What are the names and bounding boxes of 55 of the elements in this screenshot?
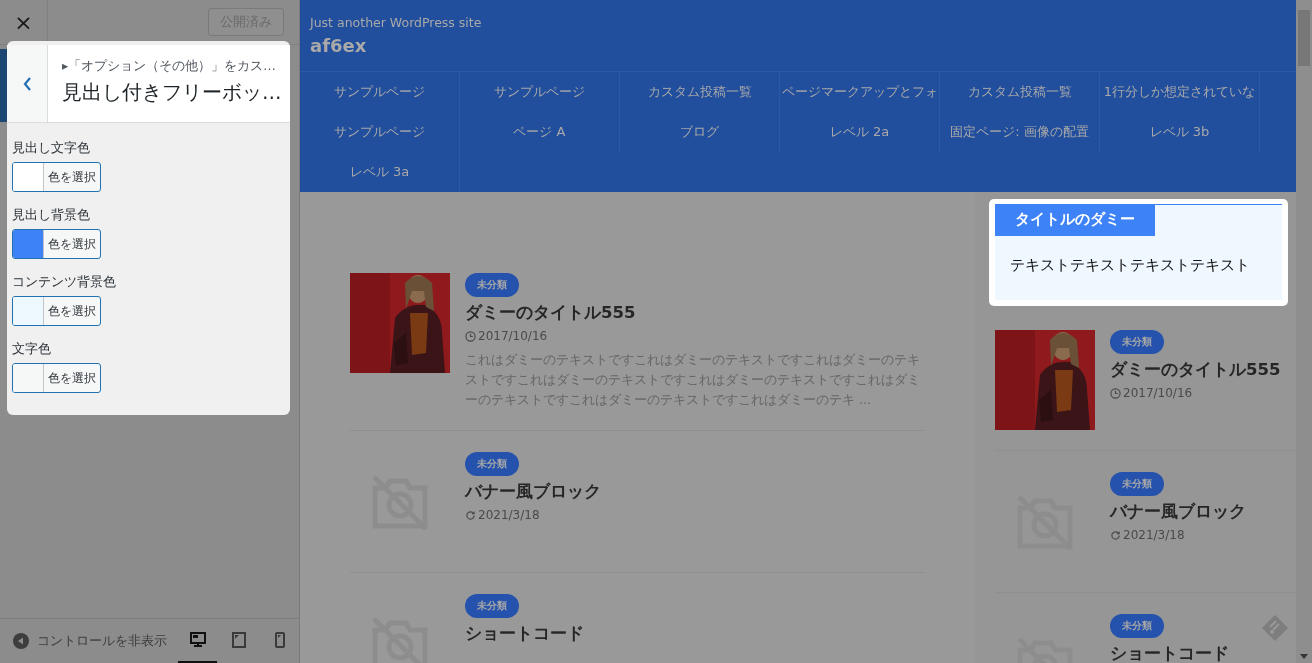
control-label: コンテンツ背景色 xyxy=(12,273,116,291)
color-picker-button[interactable]: 色を選択 xyxy=(12,229,101,259)
nav-link[interactable]: サンプルページ xyxy=(300,72,460,112)
refresh-icon xyxy=(1110,529,1121,541)
nav-link[interactable]: カスタム投稿一覧 xyxy=(940,72,1100,112)
nav-link[interactable]: レベル 2a xyxy=(780,112,940,152)
post-title[interactable]: ダミーのタイトル555 xyxy=(1110,359,1281,381)
post-date: 2021/3/18 xyxy=(478,508,540,522)
clock-icon xyxy=(465,330,476,342)
category-badge[interactable]: 未分類 xyxy=(1110,614,1164,638)
section-title: 見出し付きフリーボッ… xyxy=(62,80,282,106)
post-title[interactable]: ダミーのタイトル555 xyxy=(465,302,636,324)
post-title[interactable]: バナー風ブロック xyxy=(1110,501,1246,523)
control-label: 文字色 xyxy=(12,340,51,358)
post-title[interactable]: バナー風ブロック xyxy=(465,481,601,503)
category-badge[interactable]: 未分類 xyxy=(465,452,519,476)
nav-link[interactable]: ページ A xyxy=(460,112,620,152)
scroll-down-icon[interactable] xyxy=(1300,654,1308,659)
nav-link[interactable]: レベル 3a xyxy=(300,152,460,192)
nav-link[interactable]: サンプルページ xyxy=(460,72,620,112)
scrollbar[interactable] xyxy=(1296,0,1312,663)
tablet-icon xyxy=(231,631,246,648)
post-date: 2021/3/18 xyxy=(1123,528,1185,542)
nav-link[interactable]: ブログ xyxy=(620,112,780,152)
widget-text: テキストテキストテキストテキスト xyxy=(1010,256,1251,275)
category-badge[interactable]: 未分類 xyxy=(1110,330,1164,354)
control-label: 見出し背景色 xyxy=(12,206,90,224)
collapse-icon xyxy=(13,633,29,649)
breadcrumb: ▸「オプション（その他）」をカス… xyxy=(62,58,277,75)
nav-link[interactable]: カスタム投稿一覧 xyxy=(620,72,780,112)
post-title[interactable]: ショートコード xyxy=(465,623,584,645)
clock-icon xyxy=(1110,387,1121,399)
site-title[interactable]: af6ex xyxy=(310,35,1286,56)
category-badge[interactable]: 未分類 xyxy=(465,273,519,297)
post-date: 2017/10/16 xyxy=(1123,386,1193,400)
widget-title: タイトルのダミー xyxy=(995,204,1155,236)
category-badge[interactable]: 未分類 xyxy=(465,594,519,618)
color-picker-button[interactable]: 色を選択 xyxy=(12,296,101,326)
desktop-icon xyxy=(189,632,206,647)
hide-controls-button[interactable]: コントロールを非表示 xyxy=(13,632,169,650)
back-icon xyxy=(22,76,32,91)
nav-link[interactable]: ページマークアップとフォ xyxy=(780,72,940,112)
nav-link[interactable]: 1行分しか想定されていな xyxy=(1100,72,1260,112)
color-picker-button[interactable]: 色を選択 xyxy=(12,363,101,393)
category-badge[interactable]: 未分類 xyxy=(1110,472,1164,496)
control-label: 見出し文字色 xyxy=(12,139,90,157)
mobile-icon xyxy=(274,631,285,648)
site-tagline: Just another WordPress site xyxy=(310,15,483,30)
refresh-icon xyxy=(465,509,476,521)
color-picker-button[interactable]: 色を選択 xyxy=(12,162,101,192)
nav-link[interactable]: サンプルページ xyxy=(300,112,460,152)
nav-link[interactable]: 固定ページ: 画像の配置 xyxy=(940,112,1100,152)
nav-link[interactable]: レベル 3b xyxy=(1100,112,1260,152)
post-title[interactable]: ショートコード xyxy=(1110,643,1229,663)
post-date: 2017/10/16 xyxy=(478,329,548,343)
